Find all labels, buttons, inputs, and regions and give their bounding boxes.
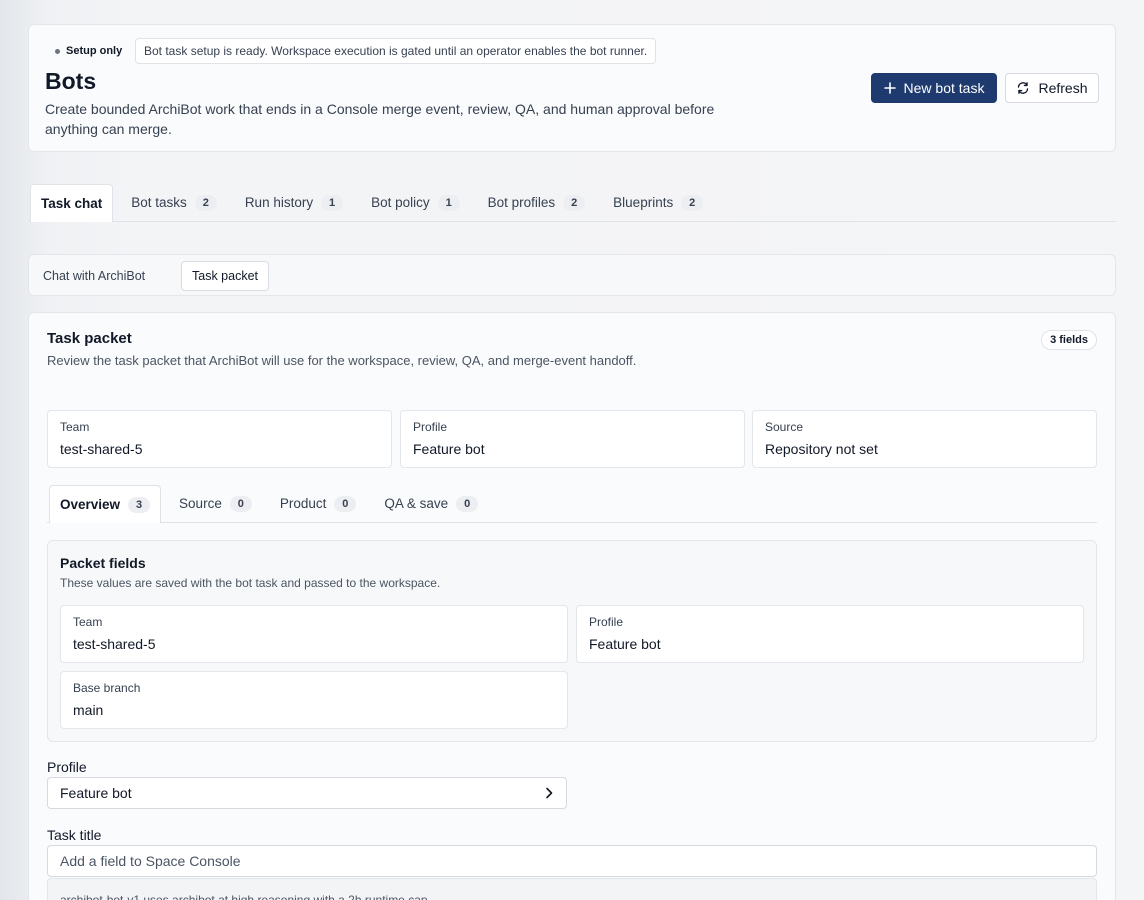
tab-label: Overview [60,497,121,512]
field-value: test-shared-5 [73,636,156,652]
profile-hint: archibot-bot-v1 uses archibot at high re… [47,878,1097,900]
tab-label: Source [179,496,222,511]
tab-label: Bot profiles [487,195,556,210]
refresh-button[interactable]: Refresh [1005,73,1099,103]
task-title-label: Task title [47,827,102,843]
profile-label: Profile [47,759,87,775]
status-label: Setup only [66,45,123,57]
tab-bot-profiles[interactable]: Bot profiles 2 [478,184,596,221]
tab-task-chat[interactable]: Task chat [30,184,114,222]
tab-bot-policy[interactable]: Bot policy 1 [361,184,470,221]
main-tabs: Task chat Bot tasks 2 Run history 1 Bot … [28,184,1116,222]
tab-count-badge: 1 [437,194,460,211]
subtab-task-packet[interactable]: Task packet [181,261,270,291]
tab-count-badge: 2 [194,194,217,211]
tab-count-badge: 2 [681,194,704,211]
tab-label: Product [279,496,327,511]
new-bot-task-button[interactable]: New bot task [871,73,997,103]
task-title-input[interactable] [47,845,1097,877]
tab-label: Bot policy [371,195,430,210]
tab-blueprints[interactable]: Blueprints 2 [603,184,713,221]
field-team: Team test-shared-5 [60,605,568,663]
summary-profile: Profile Feature bot [400,410,745,468]
summary-team: Team test-shared-5 [47,410,392,468]
field-label: Base branch [73,681,141,695]
fields-count-badge: 3 fields [1041,330,1097,350]
profile-select-value: Feature bot [60,785,132,801]
field-label: Team [73,615,103,629]
packet-fields-description: These values are saved with the bot task… [60,576,441,590]
packet-title: Task packet [47,330,132,347]
task-packet-card: Task packet Review the task packet that … [28,312,1116,900]
summary-label: Profile [413,420,448,434]
chevron-right-icon [546,787,553,799]
summary-value: Repository not set [765,441,878,457]
tab-label: QA & save [384,496,449,511]
tab-count-badge: 2 [563,194,586,211]
tab-count-badge: 0 [456,495,479,512]
page-title: Bots [45,68,97,94]
packet-fields-title: Packet fields [60,555,146,571]
summary-value: test-shared-5 [60,441,143,457]
tab-bot-tasks[interactable]: Bot tasks 2 [121,184,227,221]
tab-count-badge: 0 [229,495,252,512]
field-base-branch: Base branch main [60,671,568,729]
runner-notice: Bot task setup is ready. Workspace execu… [135,38,657,64]
refresh-label: Refresh [1038,80,1088,96]
tab-qa-save[interactable]: QA & save 0 [374,485,488,522]
profile-select[interactable]: Feature bot [47,777,567,809]
summary-source: Source Repository not set [752,410,1097,468]
field-profile: Profile Feature bot [576,605,1084,663]
field-label: Profile [589,615,624,629]
task-chat-subtabs: Chat with ArchiBot Task packet [28,254,1116,296]
tab-label: Task chat [41,196,103,211]
tab-count-badge: 1 [321,194,344,211]
refresh-icon [1018,82,1029,94]
page-description: Create bounded ArchiBot work that ends i… [45,101,715,137]
tab-product[interactable]: Product 0 [270,485,367,522]
plus-icon [883,82,896,94]
packet-tabs: Overview 3 Source 0 Product 0 QA & save … [47,485,1097,523]
tab-label: Blueprints [613,195,674,210]
status-dot-icon [55,48,60,54]
field-value: main [73,702,104,718]
summary-label: Team [60,420,90,434]
field-value: Feature bot [589,636,661,652]
summary-label: Source [765,420,804,434]
tab-source[interactable]: Source 0 [169,485,262,522]
new-bot-task-label: New bot task [903,80,985,96]
summary-value: Feature bot [413,441,485,457]
tab-count-badge: 0 [334,495,357,512]
subtab-chat-with-archibot[interactable]: Chat with ArchiBot [33,261,155,291]
tab-label: Bot tasks [131,195,187,210]
packet-description: Review the task packet that ArchiBot wil… [47,353,637,368]
status-badge: Setup only [49,39,128,63]
tab-run-history[interactable]: Run history 1 [235,184,353,221]
tab-overview[interactable]: Overview 3 [49,485,162,523]
tab-count-badge: 3 [128,496,151,513]
page-header: Setup only Bot task setup is ready. Work… [28,24,1116,152]
packet-fields-panel: Packet fields These values are saved wit… [47,540,1097,742]
tab-label: Run history [244,195,314,210]
